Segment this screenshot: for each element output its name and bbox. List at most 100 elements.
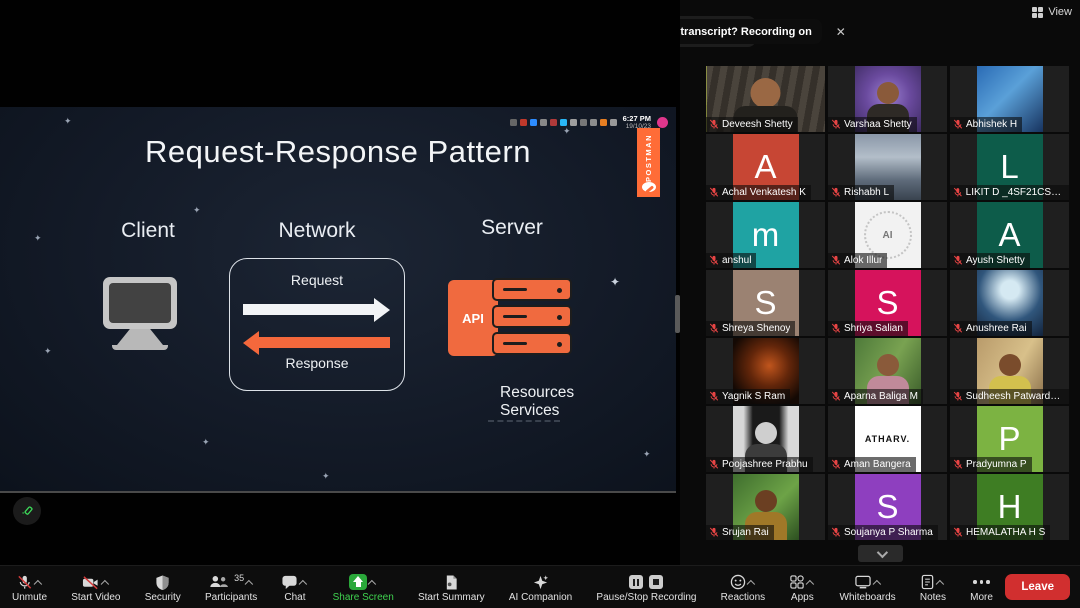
participant-grid: Deveesh Shetty Varshaa Shetty Abhishek H AA… — [706, 66, 1070, 540]
client-label: Client — [98, 219, 198, 243]
apps-chevron[interactable] — [806, 580, 814, 588]
participant-tile[interactable]: Aparna Baliga M — [828, 338, 947, 404]
apps-button[interactable]: Apps — [787, 571, 817, 603]
participant-tile[interactable]: Deveesh Shetty — [706, 66, 825, 132]
participant-name: Yagnik S Ram — [722, 391, 785, 402]
participant-name: Rishabh L — [844, 187, 889, 198]
apps-grid-icon — [789, 574, 805, 590]
more-button[interactable]: More — [968, 571, 995, 603]
participant-tile[interactable]: Anushree Rai — [950, 270, 1069, 336]
sparkle-decoration: ✦ — [44, 348, 51, 355]
participant-tile[interactable]: AIAlok Illur — [828, 202, 947, 268]
participant-name-bar: Shreya Shenoy — [706, 321, 795, 336]
zoom-meeting-window: ✓ Recording... You are viewing Deveesh S… — [0, 0, 1080, 608]
chat-bubble-icon — [281, 574, 298, 590]
server-rack-icon — [492, 278, 572, 301]
stop-icon[interactable] — [649, 575, 663, 589]
participant-name-bar: Rishabh L — [828, 185, 894, 200]
participant-name-bar: anshul — [706, 253, 756, 268]
participants-button[interactable]: 35 Participants — [203, 571, 259, 603]
participant-tile[interactable]: PPradyumna P — [950, 406, 1069, 472]
share-screen-button[interactable]: Share Screen — [331, 571, 396, 603]
participant-tile[interactable]: Yagnik S Ram — [706, 338, 825, 404]
panel-resize-handle[interactable] — [675, 295, 680, 333]
reactions-button[interactable]: Reactions — [719, 571, 767, 603]
chat-button[interactable]: Chat — [279, 571, 310, 603]
postman-logo-icon — [642, 182, 656, 192]
close-icon[interactable]: ✕ — [836, 25, 846, 39]
reactions-chevron[interactable] — [747, 580, 755, 588]
sparkle-decoration: ✦ — [610, 279, 617, 286]
video-options-chevron[interactable] — [101, 580, 109, 588]
whiteboards-button[interactable]: Whiteboards — [838, 571, 898, 603]
security-button[interactable]: Security — [143, 571, 183, 603]
meeting-toolbar: Unmute Start Video — [0, 565, 1080, 608]
pause-stop-recording-button[interactable]: Pause/Stop Recording — [594, 571, 698, 603]
participants-chevron[interactable] — [245, 580, 253, 588]
participant-tile[interactable]: SSoujanya P Sharma — [828, 474, 947, 540]
participant-tile[interactable]: AAchal Venkatesh K — [706, 134, 825, 200]
participant-name-bar: Srujan Rai — [706, 525, 774, 540]
participant-tile[interactable]: Varshaa Shetty — [828, 66, 947, 132]
slide-title: Request-Response Pattern — [0, 134, 676, 170]
sparkle-decoration: ✦ — [64, 118, 71, 125]
participant-name: Abhishek H — [966, 119, 1017, 130]
participant-tile[interactable]: manshul — [706, 202, 825, 268]
participant-name: Deveesh Shetty — [722, 119, 793, 130]
grid-scroll-down-button[interactable] — [858, 545, 903, 562]
participant-name-bar: Pradyumna P — [950, 457, 1032, 472]
participants-count: 35 — [234, 573, 244, 583]
participant-tile[interactable]: SShriya Salian — [828, 270, 947, 336]
mic-muted-icon — [831, 391, 841, 402]
participant-name: Poojashree Prabhu — [722, 459, 808, 470]
mic-muted-icon — [953, 187, 963, 198]
participant-name-bar: Aman Bangera — [828, 457, 916, 472]
response-arrow — [259, 337, 390, 348]
participant-tile[interactable]: Srujan Rai — [706, 474, 825, 540]
mic-muted-icon — [709, 527, 719, 538]
chat-chevron[interactable] — [299, 580, 307, 588]
participant-tile[interactable]: Abhishek H — [950, 66, 1069, 132]
participant-name-bar: Alok Illur — [828, 253, 887, 268]
gallery-view-icon — [1032, 7, 1043, 18]
sparkle-decoration: ✦ — [322, 473, 329, 480]
whiteboards-chevron[interactable] — [872, 580, 880, 588]
participant-name-bar: HEMALATHA H S — [950, 525, 1050, 540]
participant-tile[interactable]: HHEMALATHA H S — [950, 474, 1069, 540]
notes-chevron[interactable] — [936, 580, 944, 588]
participant-name: Shriya Salian — [844, 323, 903, 334]
participant-name: Srujan Rai — [722, 527, 769, 538]
view-label: View — [1048, 6, 1072, 18]
participant-tile[interactable]: AAyush Shetty — [950, 202, 1069, 268]
leave-button[interactable]: Leave — [1005, 574, 1070, 600]
request-arrow — [243, 304, 374, 315]
participant-tile[interactable]: Poojashree Prabhu — [706, 406, 825, 472]
participant-name: Aman Bangera — [844, 459, 911, 470]
ai-sparkle-icon — [532, 574, 550, 591]
participant-name: Sudheesh Patwardhan — [966, 391, 1064, 402]
participant-tile[interactable]: ATHARV.Aman Bangera — [828, 406, 947, 472]
start-summary-button[interactable]: Start Summary — [416, 571, 487, 603]
notes-button[interactable]: Notes — [918, 571, 948, 603]
view-layout-button[interactable]: View — [1032, 6, 1072, 18]
participant-tile[interactable]: SShreya Shenoy — [706, 270, 825, 336]
mic-muted-icon — [831, 187, 841, 198]
pause-icon[interactable] — [629, 575, 643, 589]
participant-tile[interactable]: Rishabh L — [828, 134, 947, 200]
annotate-button[interactable] — [13, 497, 41, 525]
start-video-button[interactable]: Start Video — [69, 571, 122, 603]
participant-tile[interactable]: LLIKIT D _4SF21CS072 — [950, 134, 1069, 200]
participant-name-bar: Anushree Rai — [950, 321, 1032, 336]
participant-tile[interactable]: Sudheesh Patwardhan — [950, 338, 1069, 404]
audio-options-chevron[interactable] — [34, 580, 42, 588]
participant-name: Achal Venkatesh K — [722, 187, 806, 198]
mic-muted-icon — [709, 255, 719, 266]
shield-icon — [155, 574, 170, 591]
unmute-button[interactable]: Unmute — [10, 571, 49, 603]
mic-muted-icon — [953, 391, 963, 402]
share-options-chevron[interactable] — [368, 580, 376, 588]
mic-muted-icon — [709, 187, 719, 198]
mic-muted-icon — [709, 391, 719, 402]
ai-companion-button[interactable]: AI Companion — [507, 571, 574, 603]
tray-status-icon — [657, 117, 668, 128]
